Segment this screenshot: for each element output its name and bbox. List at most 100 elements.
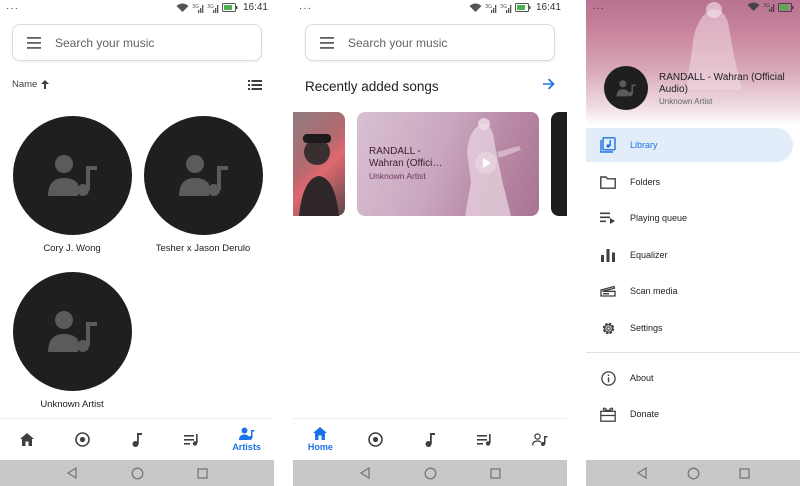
back-icon[interactable] xyxy=(66,467,78,479)
list-view-icon[interactable] xyxy=(248,80,262,90)
drawer-item-label: About xyxy=(630,373,654,383)
svg-text:3G: 3G xyxy=(207,4,214,10)
status-bar: ··· 3G 3G 16:41 xyxy=(0,0,274,18)
system-navigation-bar xyxy=(586,460,800,486)
arrow-right-icon[interactable] xyxy=(543,78,555,90)
nav-artists[interactable] xyxy=(520,422,560,458)
nav-songs[interactable] xyxy=(117,422,157,458)
back-icon[interactable] xyxy=(359,467,371,479)
artist-card[interactable]: Cory J. Wong xyxy=(12,116,132,254)
song-card-next[interactable] xyxy=(551,112,567,216)
nav-playlists[interactable] xyxy=(465,422,505,458)
wifi-icon xyxy=(469,3,482,12)
battery-icon xyxy=(778,2,794,12)
recents-icon[interactable] xyxy=(739,467,750,479)
artist-placeholder-icon xyxy=(48,310,97,352)
recents-icon[interactable] xyxy=(489,467,501,479)
artist-name: Cory J. Wong xyxy=(43,243,101,254)
bottom-navigation: Home xyxy=(293,418,567,460)
status-bar: ··· 3G 3G 16:41 xyxy=(293,0,567,18)
wifi-icon xyxy=(176,3,189,12)
song-card[interactable]: RANDALL - Wahran (Offici… Unknown Artist xyxy=(357,112,539,216)
nav-artists[interactable]: Artists xyxy=(227,422,267,458)
playlist-icon xyxy=(183,433,198,446)
svg-text:3G: 3G xyxy=(763,3,770,9)
drawer-item-scan-media[interactable]: Scan media xyxy=(586,274,793,308)
album-art xyxy=(299,134,339,216)
music-note-icon xyxy=(425,432,435,447)
menu-icon[interactable] xyxy=(27,36,43,49)
play-button[interactable] xyxy=(475,152,497,174)
nav-playlists[interactable] xyxy=(172,422,212,458)
home-circle-icon[interactable] xyxy=(424,467,437,480)
home-circle-icon[interactable] xyxy=(131,467,144,480)
home-icon xyxy=(313,427,328,440)
equalizer-icon xyxy=(601,248,615,262)
search-input[interactable] xyxy=(55,35,225,50)
nav-home[interactable] xyxy=(7,422,47,458)
artist-card[interactable]: Tesher x Jason Derulo xyxy=(143,116,263,254)
now-playing-artist: Unknown Artist xyxy=(659,97,713,106)
notification-dots: ··· xyxy=(6,3,19,14)
system-navigation-bar xyxy=(0,460,274,486)
notification-dots: ··· xyxy=(299,3,312,14)
wifi-icon xyxy=(747,2,760,11)
drawer-item-equalizer[interactable]: Equalizer xyxy=(586,238,793,272)
navigation-drawer-screen: ··· 3G RANDALL - Wahran (Official Audio)… xyxy=(586,0,800,486)
artists-screen: ··· 3G 3G 16:41 Name Cory J. Wong Tesher… xyxy=(0,0,274,486)
section-title: Recently added songs xyxy=(305,79,439,94)
battery-icon xyxy=(514,3,531,12)
drawer-item-about[interactable]: About xyxy=(586,361,793,395)
notification-dots: ··· xyxy=(592,3,605,14)
nav-songs[interactable] xyxy=(410,422,450,458)
drawer-item-label: Settings xyxy=(630,323,663,333)
music-note-icon xyxy=(132,432,142,447)
signal-icon: 3G xyxy=(763,3,775,12)
signal-icon-2: 3G xyxy=(207,4,219,13)
drawer-item-playing-queue[interactable]: Playing queue xyxy=(586,201,793,235)
song-artist: Unknown Artist xyxy=(369,171,426,181)
album-icon xyxy=(74,432,90,447)
library-icon xyxy=(600,137,616,153)
home-screen: ··· 3G 3G 16:41 Recently added songs RAN… xyxy=(293,0,567,486)
queue-icon xyxy=(600,212,615,224)
gift-icon xyxy=(600,407,616,422)
sort-control[interactable]: Name xyxy=(12,79,50,90)
search-bar[interactable] xyxy=(12,24,262,61)
signal-icon-2: 3G xyxy=(500,4,512,13)
artist-placeholder-icon xyxy=(179,154,228,196)
drawer-item-folders[interactable]: Folders xyxy=(586,165,793,199)
nav-home-label: Home xyxy=(307,442,333,452)
drawer-item-donate[interactable]: Donate xyxy=(586,397,793,431)
now-playing-avatar[interactable] xyxy=(604,66,648,110)
home-circle-icon[interactable] xyxy=(687,467,700,480)
svg-text:3G: 3G xyxy=(485,4,492,10)
artist-name: Tesher x Jason Derulo xyxy=(155,243,251,254)
svg-text:3G: 3G xyxy=(192,4,199,10)
artist-icon xyxy=(531,433,548,446)
artist-card[interactable]: Unknown Artist xyxy=(12,272,132,410)
status-bar: ··· 3G xyxy=(586,0,800,18)
menu-icon[interactable] xyxy=(320,36,336,49)
drawer-item-label: Library xyxy=(630,140,658,150)
song-title: RANDALL - Wahran (Offici… xyxy=(369,146,443,169)
search-input[interactable] xyxy=(348,35,518,50)
playlist-icon xyxy=(476,433,491,446)
song-card-previous[interactable] xyxy=(293,112,345,216)
recents-icon[interactable] xyxy=(196,467,208,479)
artist-avatar xyxy=(143,116,263,235)
drawer-item-library[interactable]: Library xyxy=(586,128,793,162)
drawer-divider xyxy=(586,352,800,353)
search-bar[interactable] xyxy=(305,24,555,61)
drawer-item-label: Folders xyxy=(630,177,661,187)
nav-home[interactable]: Home xyxy=(300,422,340,458)
back-icon[interactable] xyxy=(636,467,648,479)
artist-icon xyxy=(238,427,255,440)
drawer-item-settings[interactable]: Settings xyxy=(586,311,793,345)
now-playing-title: RANDALL - Wahran (Official Audio) xyxy=(659,72,785,95)
drawer-header: ··· 3G RANDALL - Wahran (Official Audio)… xyxy=(586,0,800,125)
nav-albums[interactable] xyxy=(62,422,102,458)
artist-placeholder-icon xyxy=(616,79,636,96)
artist-placeholder-icon xyxy=(48,154,97,196)
nav-albums[interactable] xyxy=(355,422,395,458)
